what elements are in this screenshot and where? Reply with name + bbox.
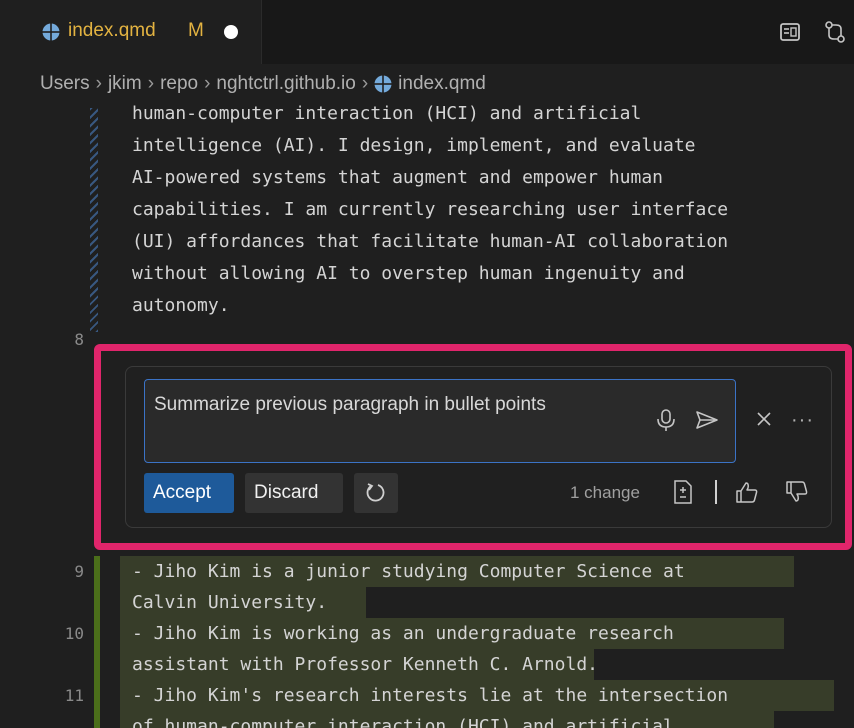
added-lines-block[interactable]: 9 - Jiho Kim is a junior studying Comput… <box>0 0 854 728</box>
code-line-added[interactable]: Calvin University. <box>132 587 327 618</box>
code-line-added[interactable]: - Jiho Kim's research interests lie at t… <box>132 680 728 711</box>
code-line-added[interactable]: of human-computer interaction (HCI) and … <box>132 711 674 728</box>
code-line-added[interactable]: - Jiho Kim is a junior studying Computer… <box>132 556 685 587</box>
code-line-added[interactable]: assistant with Professor Kenneth C. Arno… <box>132 649 598 680</box>
line-number: 11 <box>64 686 84 705</box>
line-number: 9 <box>74 562 84 581</box>
code-line-added[interactable]: - Jiho Kim is working as an undergraduat… <box>132 618 674 649</box>
line-number: 10 <box>64 624 84 643</box>
